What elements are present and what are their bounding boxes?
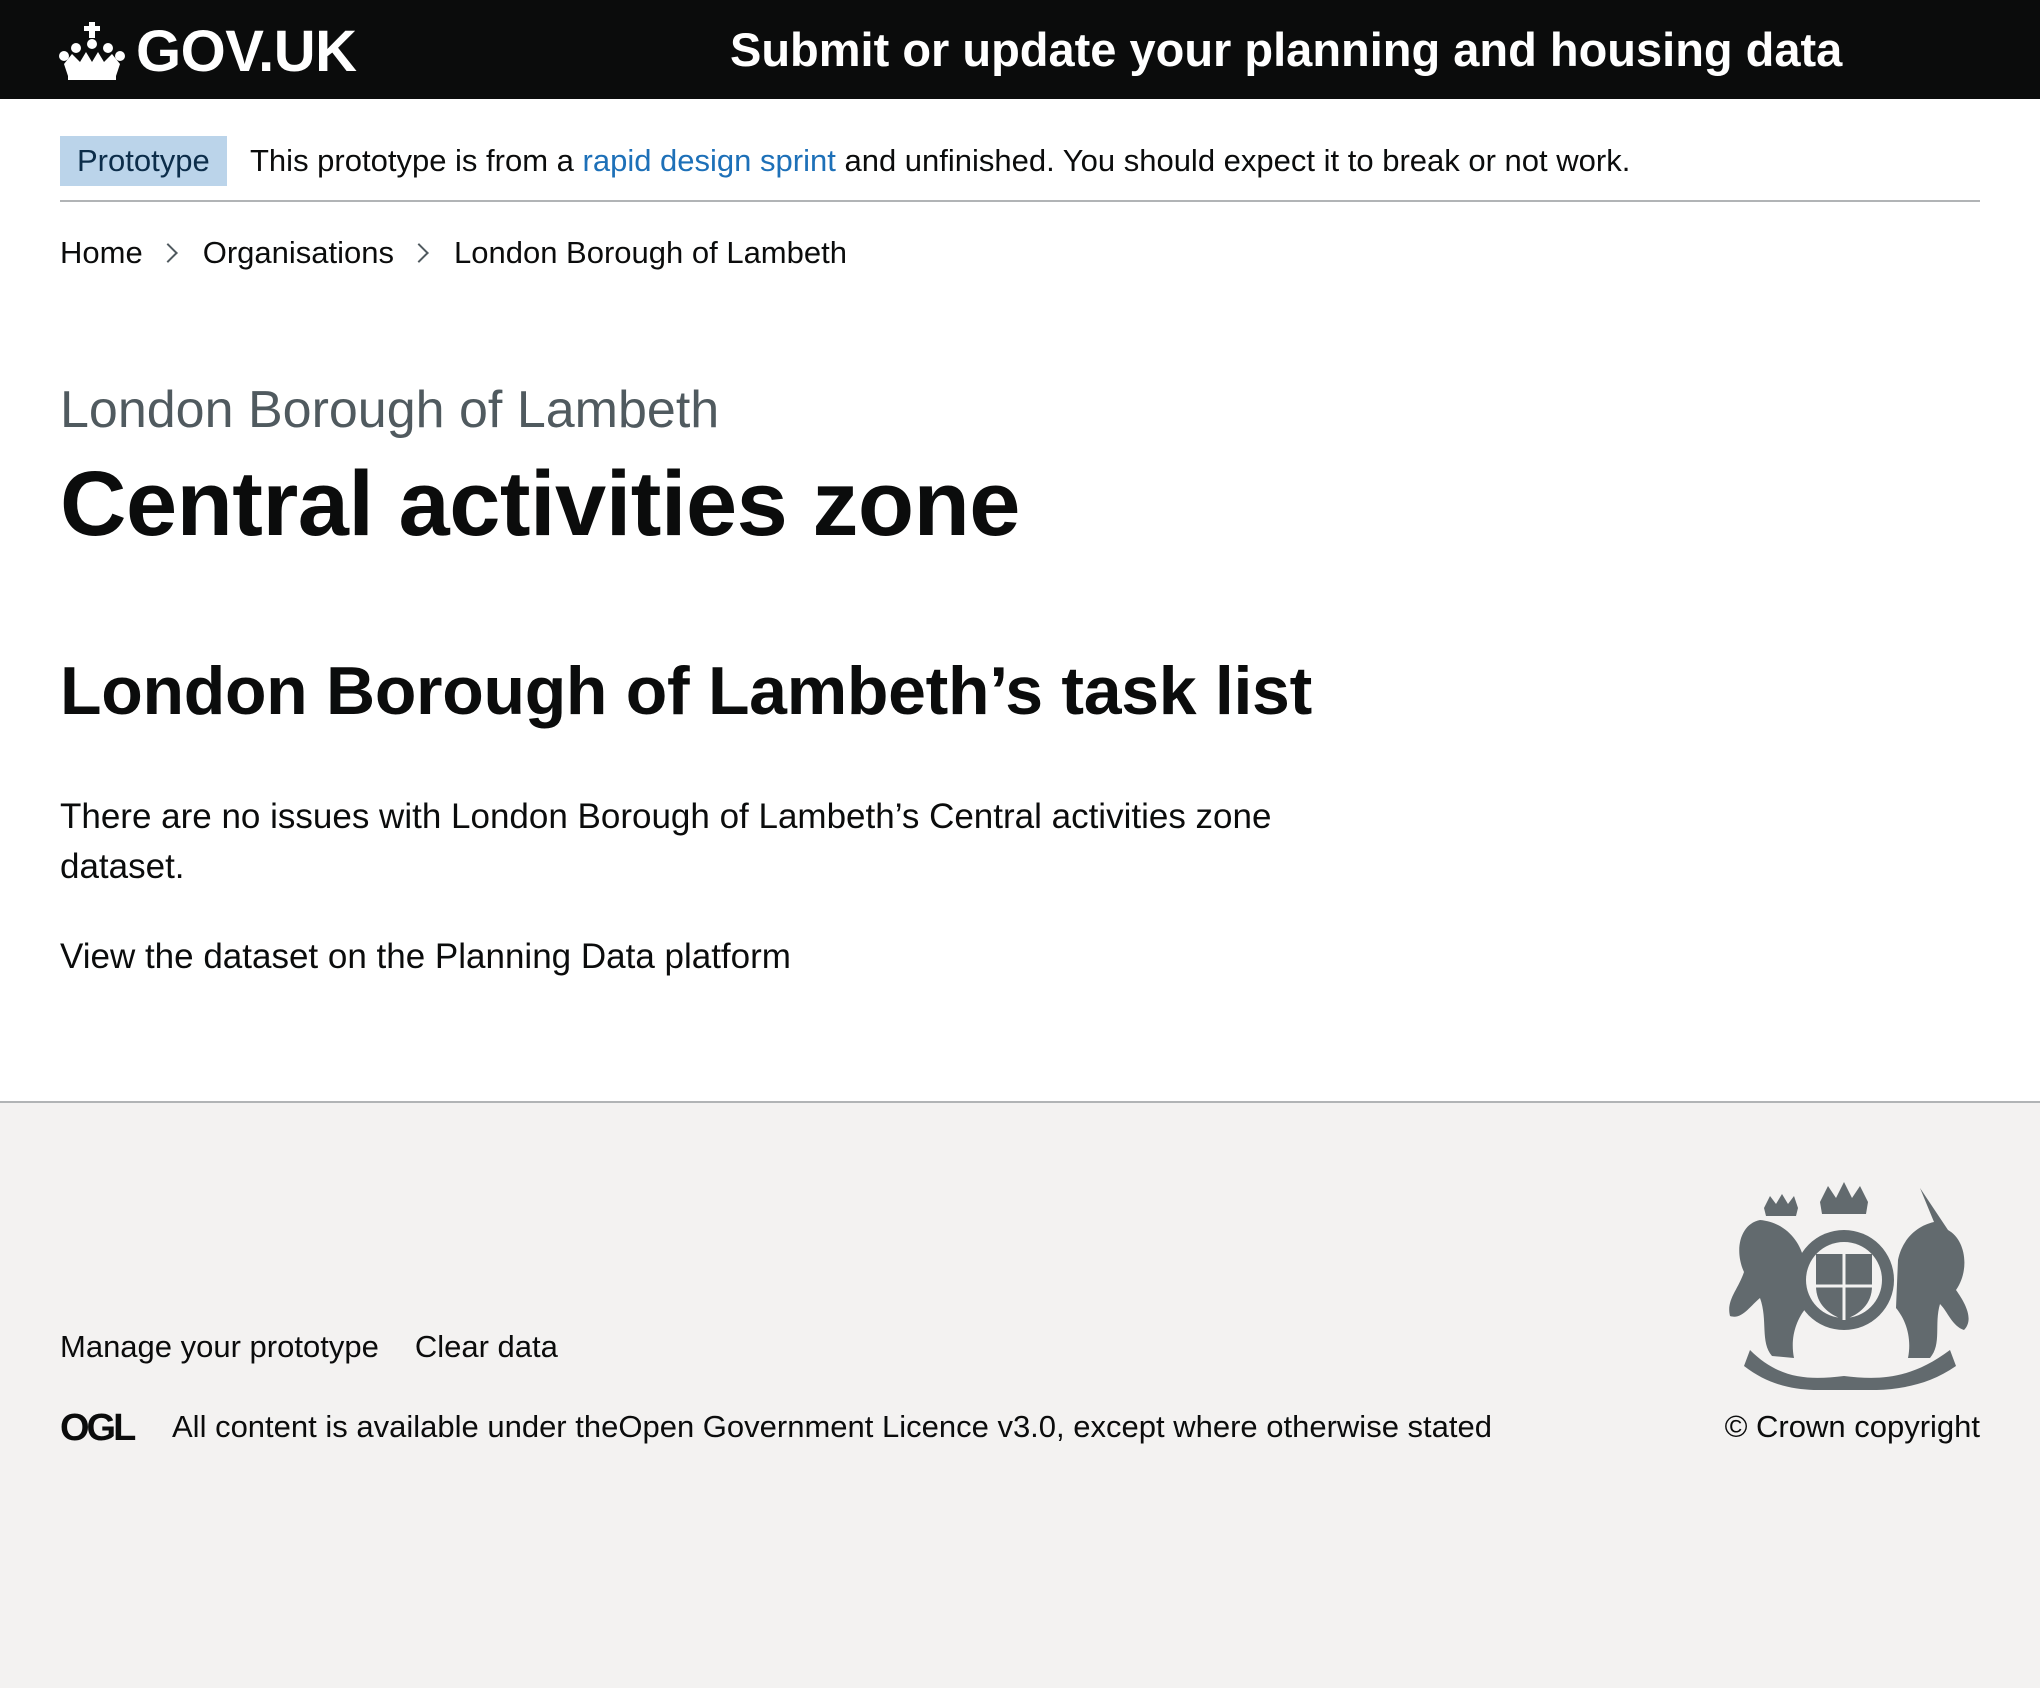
royal-coat-of-arms-icon [1729,1182,1969,1390]
footer-licence: OGL All content is available under the O… [60,1402,1492,1452]
crown-copyright-link[interactable]: © Crown copyright [1725,1402,1980,1452]
logo-text: GOV.UK [136,18,357,84]
phase-tag: Prototype [60,136,227,186]
task-list-heading: London Borough of Lambeth’s task list [60,653,1312,729]
govuk-logo-link[interactable]: GOV.UK [58,12,357,90]
ogl-logo-icon: OGL [60,1409,139,1445]
phase-text-before: This prototype is from a [250,143,583,178]
service-name-link[interactable]: Submit or update your planning and housi… [730,18,1842,82]
breadcrumb-organisation[interactable]: London Borough of Lambeth [454,235,847,271]
chevron-right-icon [157,243,178,263]
site-header: GOV.UK Submit or update your planning an… [0,0,2040,99]
breadcrumb: Home Organisations London Borough of Lam… [60,230,847,276]
chevron-right-icon [409,243,429,263]
page-caption: London Borough of Lambeth [60,381,720,439]
rapid-design-sprint-link[interactable]: rapid design sprint [583,143,836,178]
svg-text:OGL: OGL [60,1409,136,1445]
breadcrumb-home[interactable]: Home [60,235,143,271]
no-issues-text: There are no issues with London Borough … [60,797,1272,886]
phase-text-after: and unfinished. You should expect it to … [835,143,1631,178]
view-dataset-text: View the dataset on the Planning Data pl… [60,937,791,976]
crown-icon [59,22,125,80]
licence-text-after: , except where otherwise stated [1056,1409,1492,1444]
breadcrumb-organisations[interactable]: Organisations [203,235,394,271]
open-government-licence-link[interactable]: Open Government Licence v3.0 [618,1409,1056,1445]
phase-banner-text: This prototype is from a rapid design sp… [250,136,1630,186]
clear-data-link[interactable]: Clear data [415,1329,558,1365]
footer-divider [0,1101,2040,1103]
phase-banner: Prototype This prototype is from a rapid… [60,134,1980,202]
manage-prototype-link[interactable]: Manage your prototype [60,1329,379,1365]
licence-text-before: All content is available under the [172,1409,619,1444]
page-title: Central activities zone [60,453,1020,555]
footer-links: Manage your prototype Clear data [60,1322,594,1372]
